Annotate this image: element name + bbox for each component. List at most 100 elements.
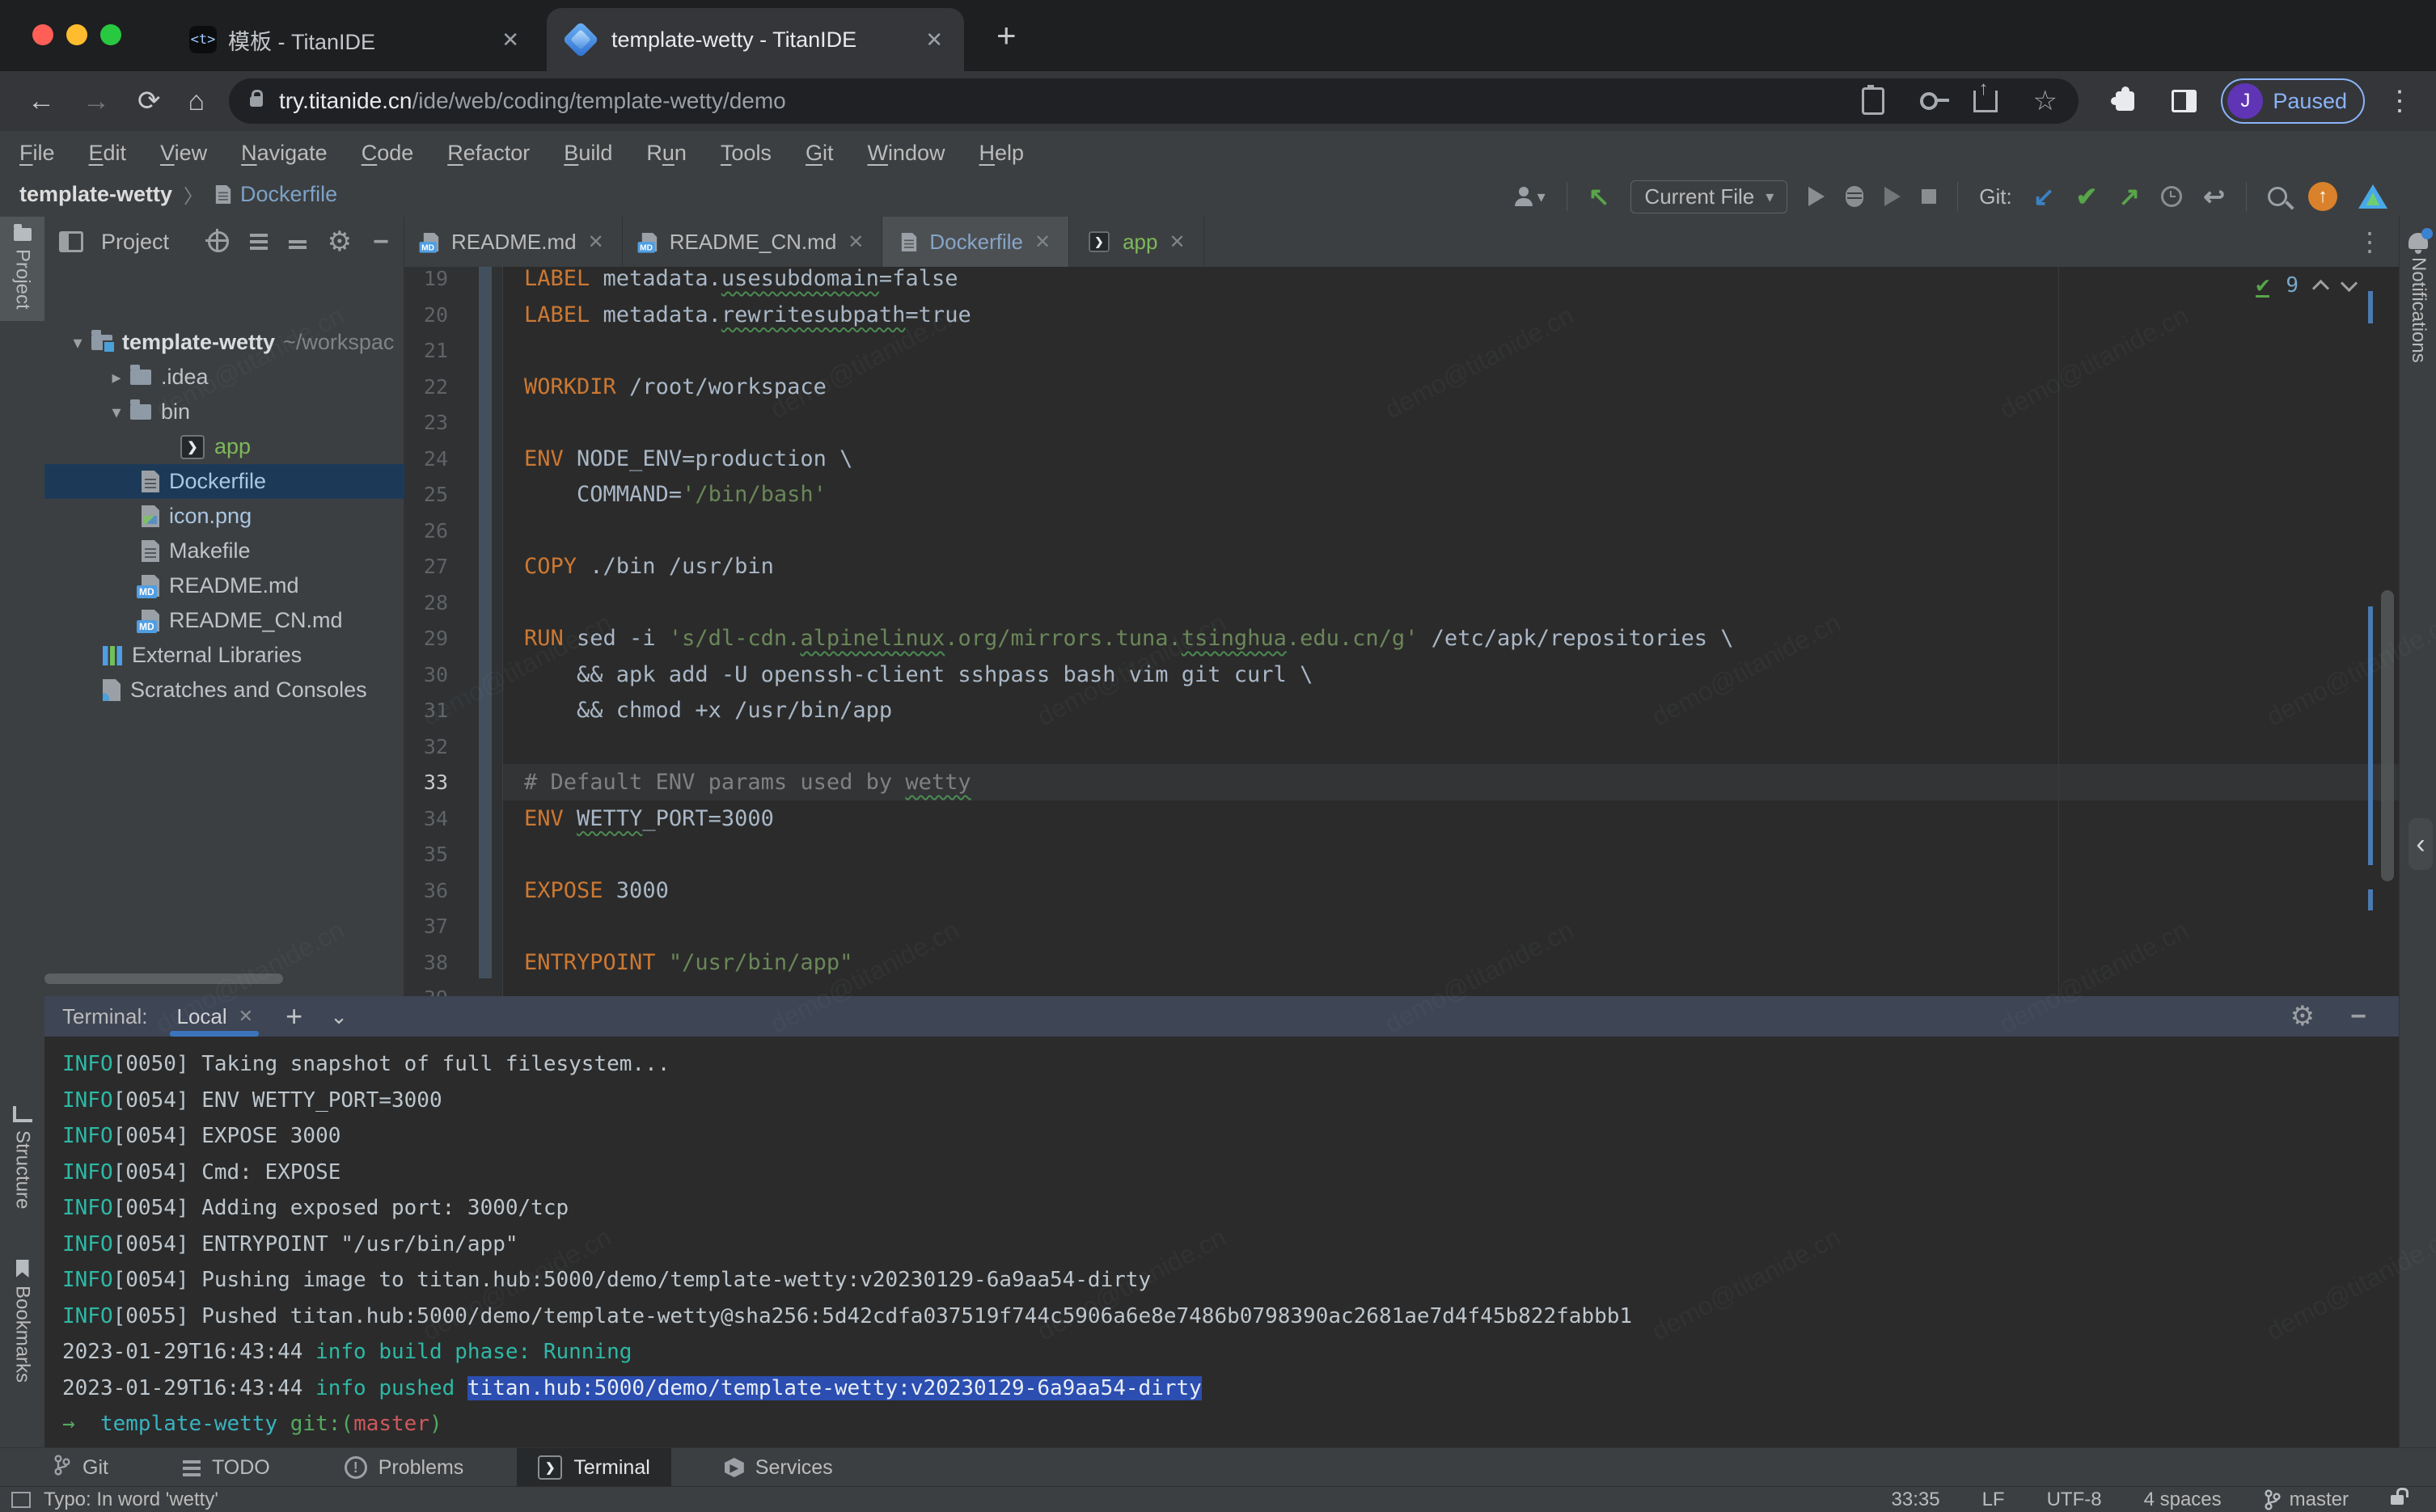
editor-scrollbar[interactable]: [2381, 590, 2394, 881]
url-text[interactable]: try.titanide.cn/ide/web/coding/template-…: [279, 88, 786, 114]
project-horizontal-scrollbar[interactable]: [44, 974, 283, 984]
close-tab-icon[interactable]: ✕: [1034, 230, 1051, 254]
git-update-icon[interactable]: ↙: [2033, 181, 2055, 212]
history-icon[interactable]: [2161, 186, 2182, 207]
tree-item-scratches-and-consoles[interactable]: Scratches and Consoles: [44, 673, 463, 707]
toolwindow-notifications-button[interactable]: Notifications: [2400, 233, 2436, 363]
titan-gem-icon[interactable]: [2358, 184, 2387, 209]
menu-item-run[interactable]: Run: [646, 141, 687, 166]
user-icon[interactable]: [1515, 198, 1533, 206]
editor-tab-dockerfile[interactable]: Dockerfile✕: [882, 217, 1069, 267]
terminal-tab-local[interactable]: Local✕: [176, 996, 253, 1037]
toolwindow-structure-button[interactable]: Structure: [0, 1106, 44, 1209]
browser-tab-active[interactable]: template-wetty - TitanIDE ✕: [547, 8, 964, 71]
editor[interactable]: LABEL metadata.usesubdomain=falseLABEL m…: [404, 267, 2399, 996]
run-configuration-select[interactable]: Current File▾: [1630, 180, 1787, 213]
breadcrumb-project[interactable]: template-wetty: [19, 182, 172, 207]
menu-item-file[interactable]: File: [19, 141, 55, 166]
clipboard-icon[interactable]: [1862, 87, 1884, 115]
unlock-icon[interactable]: [2391, 1495, 2404, 1505]
search-everywhere-icon[interactable]: [2268, 187, 2287, 206]
load-changes-icon[interactable]: ↖: [1588, 181, 1610, 212]
tree-item--idea[interactable]: ▸.idea: [44, 360, 463, 395]
menu-item-git[interactable]: Git: [806, 141, 834, 166]
editor-tab-readme-md[interactable]: MDREADME.md✕: [404, 217, 623, 267]
select-opened-file-icon[interactable]: [208, 231, 229, 252]
toolwindow-todo-button[interactable]: TODO: [162, 1448, 291, 1487]
hide-terminal-icon[interactable]: −: [2350, 1001, 2366, 1033]
terminal-output[interactable]: INFO[0050] Taking snapshot of full files…: [44, 1037, 2399, 1447]
menu-item-code[interactable]: Code: [362, 141, 414, 166]
git-push-icon[interactable]: ↗: [2118, 181, 2140, 212]
toolwindow-project-button[interactable]: Project: [0, 217, 44, 321]
tree-item-template-wetty[interactable]: ▾template-wetty~/workspac: [44, 325, 424, 360]
close-terminal-tab-icon[interactable]: ✕: [239, 1006, 253, 1027]
editor-tab-app[interactable]: ❯app✕: [1069, 217, 1204, 267]
chevron-down-icon[interactable]: ▾: [64, 332, 91, 353]
editor-tab-readme-cn-md[interactable]: MDREADME_CN.md✕: [623, 217, 883, 267]
new-terminal-session-button[interactable]: +: [285, 999, 302, 1033]
editor-tabs-menu-icon[interactable]: ⋮: [2357, 226, 2383, 257]
panel-settings-gear-icon[interactable]: ⚙: [328, 234, 352, 250]
terminal-sessions-dropdown-icon[interactable]: ⌄: [330, 1004, 348, 1029]
tree-item-external-libraries[interactable]: External Libraries: [44, 638, 463, 673]
browser-tab-inactive[interactable]: <t> 模板 - TitanIDE ✕: [168, 8, 540, 71]
status-message[interactable]: Typo: In word 'wetty': [44, 1489, 218, 1511]
line-ending[interactable]: LF: [1982, 1489, 2005, 1511]
hidden-toolwindow-expander[interactable]: ‹: [2409, 818, 2433, 870]
address-bar[interactable]: try.titanide.cn/ide/web/coding/template-…: [229, 78, 2079, 124]
file-encoding[interactable]: UTF-8: [2047, 1489, 2102, 1511]
expand-all-icon[interactable]: [250, 240, 268, 243]
inspections-widget[interactable]: ✔ 9: [2256, 273, 2355, 298]
toolwindow-git-button[interactable]: Git: [32, 1448, 129, 1487]
stop-icon[interactable]: [1922, 189, 1936, 204]
caret-position[interactable]: 33:35: [1892, 1489, 1940, 1511]
home-icon[interactable]: ⌂: [188, 86, 205, 117]
new-tab-button[interactable]: +: [996, 23, 1017, 49]
menu-item-tools[interactable]: Tools: [721, 141, 772, 166]
indent-setting[interactable]: 4 spaces: [2144, 1489, 2222, 1511]
profile-button[interactable]: J Paused: [2221, 78, 2365, 124]
share-icon[interactable]: [1973, 91, 1998, 112]
rollback-icon[interactable]: ↩: [2203, 181, 2225, 212]
prev-problem-icon[interactable]: [2312, 279, 2329, 296]
terminal-settings-gear-icon[interactable]: ⚙: [2290, 1008, 2315, 1024]
run-icon[interactable]: [1808, 187, 1825, 206]
reload-icon[interactable]: ⟳: [137, 85, 161, 117]
collapse-all-icon[interactable]: [289, 240, 307, 243]
window-controls[interactable]: [32, 24, 121, 45]
close-tab-icon[interactable]: ✕: [848, 230, 864, 254]
toolwindow-bookmarks-button[interactable]: Bookmarks: [0, 1260, 44, 1383]
status-window-icon[interactable]: [11, 1492, 31, 1508]
close-window-button[interactable]: [32, 24, 53, 45]
toolwindow-problems-button[interactable]: !Problems: [324, 1448, 485, 1487]
forward-icon[interactable]: →: [82, 86, 110, 117]
lock-icon[interactable]: [250, 96, 263, 107]
update-available-icon[interactable]: ↑: [2308, 182, 2337, 211]
minimize-window-button[interactable]: [66, 24, 87, 45]
menu-item-window[interactable]: Window: [867, 141, 945, 166]
close-tab-icon[interactable]: ✕: [925, 27, 943, 53]
menu-item-navigate[interactable]: Navigate: [241, 141, 328, 166]
chevron-down-icon[interactable]: ▾: [103, 402, 130, 423]
bookmark-star-icon[interactable]: ☆: [2033, 93, 2057, 109]
close-tab-icon[interactable]: ✕: [1169, 230, 1185, 254]
password-key-icon[interactable]: [1920, 92, 1938, 110]
extensions-icon[interactable]: [2116, 91, 2134, 111]
tree-item-bin[interactable]: ▾bin: [44, 395, 463, 429]
menu-item-help[interactable]: Help: [979, 141, 1024, 166]
coverage-icon[interactable]: [1884, 187, 1901, 206]
menu-item-refactor[interactable]: Refactor: [447, 141, 530, 166]
toolwindow-services-button[interactable]: ▶Services: [704, 1448, 854, 1487]
side-panel-icon[interactable]: [2172, 90, 2197, 112]
debug-icon[interactable]: [1846, 186, 1863, 207]
toolwindow-terminal-button[interactable]: ❯Terminal: [517, 1448, 670, 1487]
hide-panel-icon[interactable]: −: [373, 226, 389, 258]
close-tab-icon[interactable]: ✕: [501, 27, 519, 53]
close-tab-icon[interactable]: ✕: [588, 230, 604, 254]
git-branch-widget[interactable]: master: [2264, 1489, 2349, 1511]
chevron-right-icon[interactable]: ▸: [103, 367, 130, 388]
menu-item-view[interactable]: View: [160, 141, 207, 166]
menu-item-edit[interactable]: Edit: [89, 141, 127, 166]
menu-item-build[interactable]: Build: [564, 141, 612, 166]
